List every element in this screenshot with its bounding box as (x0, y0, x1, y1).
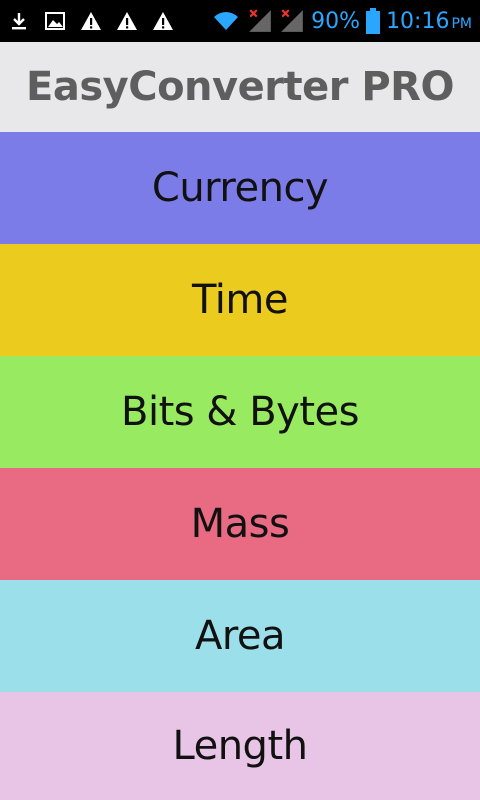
notification-icons (8, 10, 174, 32)
download-icon (12, 13, 26, 30)
signal-icon (249, 9, 271, 32)
signal-icon (281, 9, 303, 32)
clock: 10:16 PM (386, 9, 472, 34)
menu-item-label: Currency (151, 165, 329, 211)
menu-item-label: Bits & Bytes (121, 389, 359, 435)
wifi-icon (214, 12, 239, 30)
menu-item-bits-bytes[interactable]: Bits & Bytes (0, 356, 480, 468)
image-icon (45, 12, 65, 30)
app-header: EasyConverter PRO (0, 42, 480, 132)
menu-item-label: Area (194, 613, 286, 659)
converter-menu: Currency Time Bits & Bytes Mass Area Len… (0, 132, 480, 800)
menu-item-mass[interactable]: Mass (0, 468, 480, 580)
menu-item-area[interactable]: Area (0, 580, 480, 692)
system-icons: 90% 10:16 PM (211, 8, 472, 34)
menu-item-length[interactable]: Length (0, 692, 480, 800)
app-title: EasyConverter PRO (26, 64, 454, 110)
status-bar: 90% 10:16 PM (0, 0, 480, 42)
menu-item-label: Length (172, 723, 308, 769)
warning-icon (117, 12, 137, 30)
menu-item-label: Mass (190, 501, 290, 547)
clock-ampm: PM (451, 15, 472, 32)
battery-percentage: 90% (311, 8, 361, 34)
menu-item-currency[interactable]: Currency (0, 132, 480, 244)
menu-item-label: Time (192, 277, 288, 323)
warning-icon (81, 12, 101, 30)
warning-icon (153, 12, 173, 30)
menu-item-time[interactable]: Time (0, 244, 480, 356)
battery-icon (366, 8, 381, 34)
clock-time: 10:16 (386, 8, 450, 34)
